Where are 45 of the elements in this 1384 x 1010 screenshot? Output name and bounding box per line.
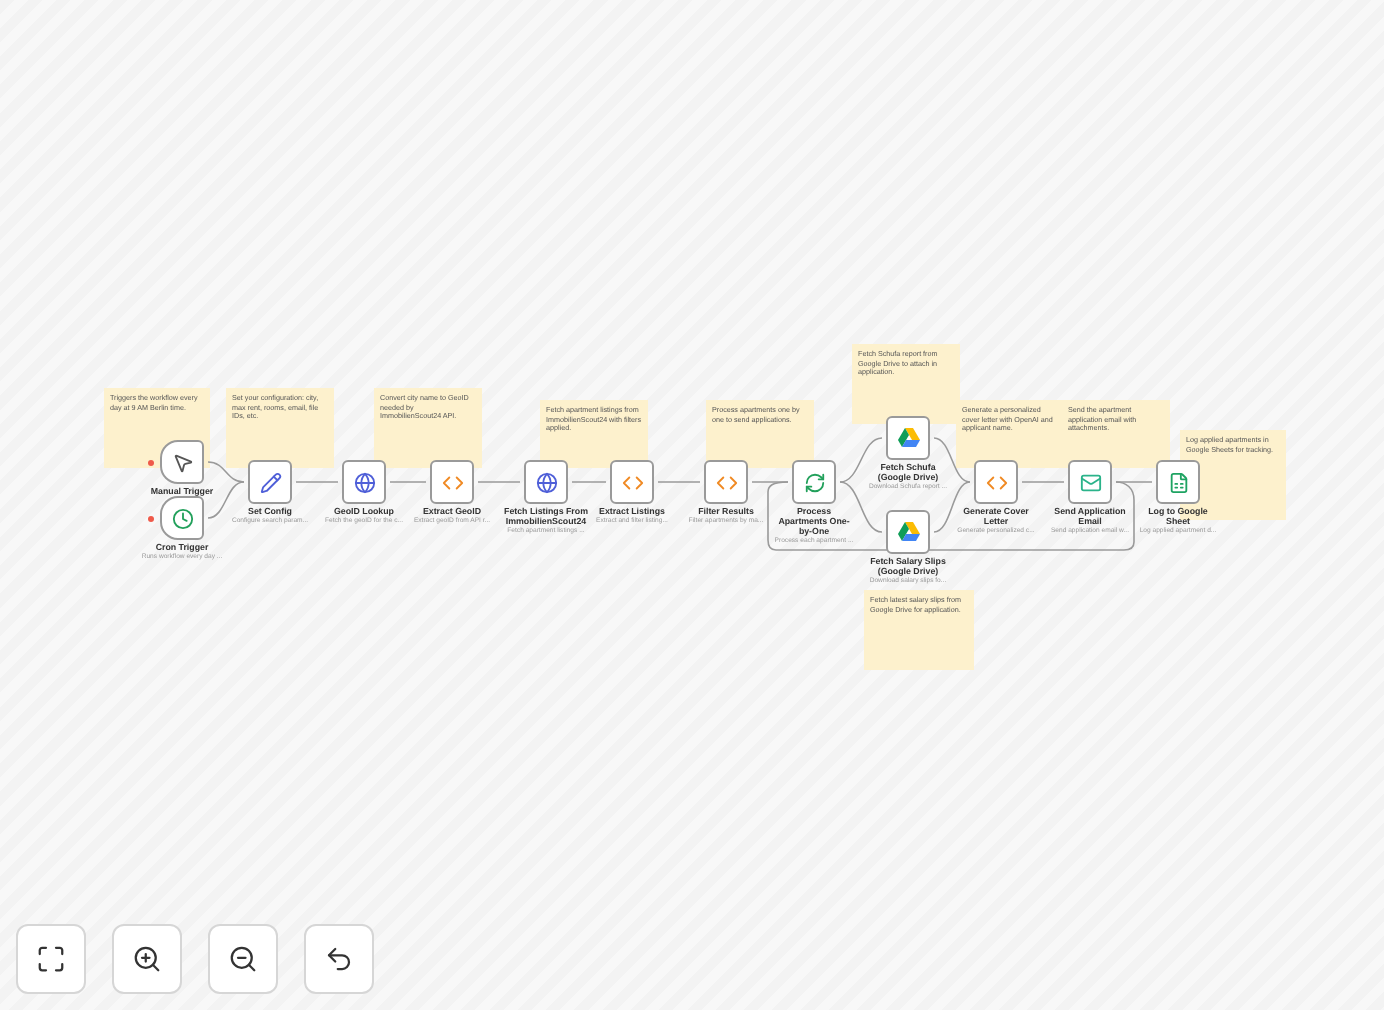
canvas-control-button[interactable]	[208, 924, 278, 994]
workflow-node[interactable]	[524, 460, 568, 504]
code-icon	[715, 471, 737, 493]
connection-line	[295, 481, 339, 483]
workflow-node[interactable]	[704, 460, 748, 504]
canvas-control-button[interactable]	[304, 924, 374, 994]
code-icon	[441, 471, 463, 493]
workflow-node[interactable]	[1156, 460, 1200, 504]
code-icon	[985, 471, 1007, 493]
pencil-icon	[259, 471, 281, 493]
trigger-marker-icon	[148, 515, 154, 521]
zoom-out-icon	[228, 944, 258, 974]
workflow-node[interactable]	[342, 460, 386, 504]
refresh-icon	[803, 471, 825, 493]
workflow-node[interactable]	[160, 496, 204, 540]
workflow-node[interactable]	[792, 460, 836, 504]
code-icon	[621, 471, 643, 493]
workflow-node[interactable]	[610, 460, 654, 504]
connection-line	[477, 481, 521, 483]
globe-icon	[535, 471, 557, 493]
mail-icon	[1079, 471, 1101, 493]
workflow-node[interactable]	[248, 460, 292, 504]
canvas-control-button[interactable]	[16, 924, 86, 994]
workflow-node[interactable]	[974, 460, 1018, 504]
workflow-node[interactable]	[430, 460, 474, 504]
connection-line	[1115, 481, 1153, 483]
drive-icon	[897, 522, 919, 542]
workflow-node[interactable]	[886, 510, 930, 554]
workflow-node[interactable]	[886, 416, 930, 460]
workflow-node[interactable]	[1068, 460, 1112, 504]
clock-icon	[171, 507, 193, 529]
connection-line	[657, 481, 701, 483]
spreadsheet-icon	[1167, 471, 1189, 493]
fit-view-icon	[36, 944, 66, 974]
zoom-in-icon	[132, 944, 162, 974]
connection-line	[571, 481, 607, 483]
connection-line	[1021, 481, 1065, 483]
workflow-node[interactable]	[160, 440, 204, 484]
connection-line	[389, 481, 427, 483]
undo-icon	[324, 944, 354, 974]
cursor-icon	[171, 451, 193, 473]
drive-icon	[897, 428, 919, 448]
canvas-control-button[interactable]	[112, 924, 182, 994]
trigger-marker-icon	[148, 459, 154, 465]
globe-icon	[353, 471, 375, 493]
